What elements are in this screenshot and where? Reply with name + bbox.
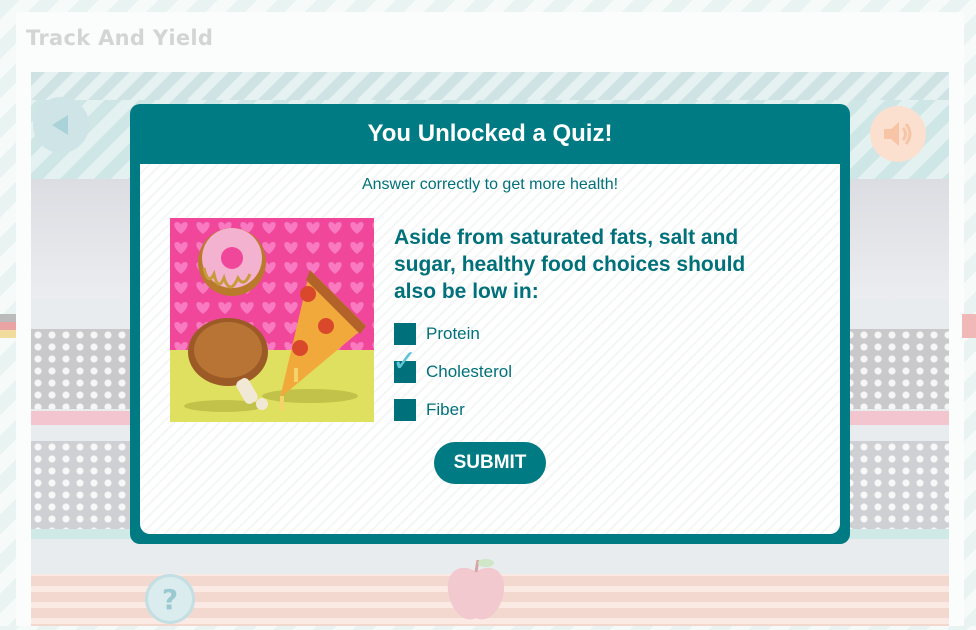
option-label-cholesterol: Cholesterol	[426, 362, 512, 381]
quiz-question: Aside from saturated fats, salt and suga…	[394, 226, 746, 303]
quiz-image	[170, 218, 374, 422]
option-protein[interactable]: Protein	[394, 322, 480, 346]
option-label-protein: Protein	[426, 324, 480, 343]
quiz-subtitle: Answer correctly to get more health!	[361, 176, 619, 193]
quiz-body: Answer correctly to get more health! Asi…	[140, 164, 840, 534]
checkmark-icon: ✓	[392, 344, 418, 379]
flag-right	[962, 314, 976, 338]
junk-food-illustration	[170, 218, 374, 422]
back-button[interactable]	[33, 97, 89, 153]
game-title: Track And Yield	[26, 26, 214, 50]
submit-button[interactable]: SUBMIT	[434, 442, 546, 484]
option-cholesterol[interactable]: ✓ Cholesterol	[392, 347, 512, 384]
quiz-title: You Unlocked a Quiz!	[367, 120, 613, 147]
option-fiber[interactable]: Fiber	[394, 398, 465, 422]
checkbox-fiber[interactable]	[394, 399, 416, 421]
help-button[interactable]: ?	[145, 574, 195, 624]
apple-icon	[447, 559, 505, 620]
checkbox-cholesterol[interactable]: ✓	[392, 347, 417, 383]
quiz-modal: You Unlocked a Quiz! Answer correctly to…	[130, 104, 850, 544]
checkbox-protein[interactable]	[394, 323, 416, 345]
health-apple	[442, 556, 510, 626]
flag-left	[0, 314, 16, 338]
stage-top-bar	[31, 72, 949, 100]
sound-button[interactable]	[870, 106, 926, 162]
back-arrow-icon	[52, 115, 68, 135]
option-label-fiber: Fiber	[426, 400, 465, 419]
speaker-icon	[884, 122, 912, 146]
